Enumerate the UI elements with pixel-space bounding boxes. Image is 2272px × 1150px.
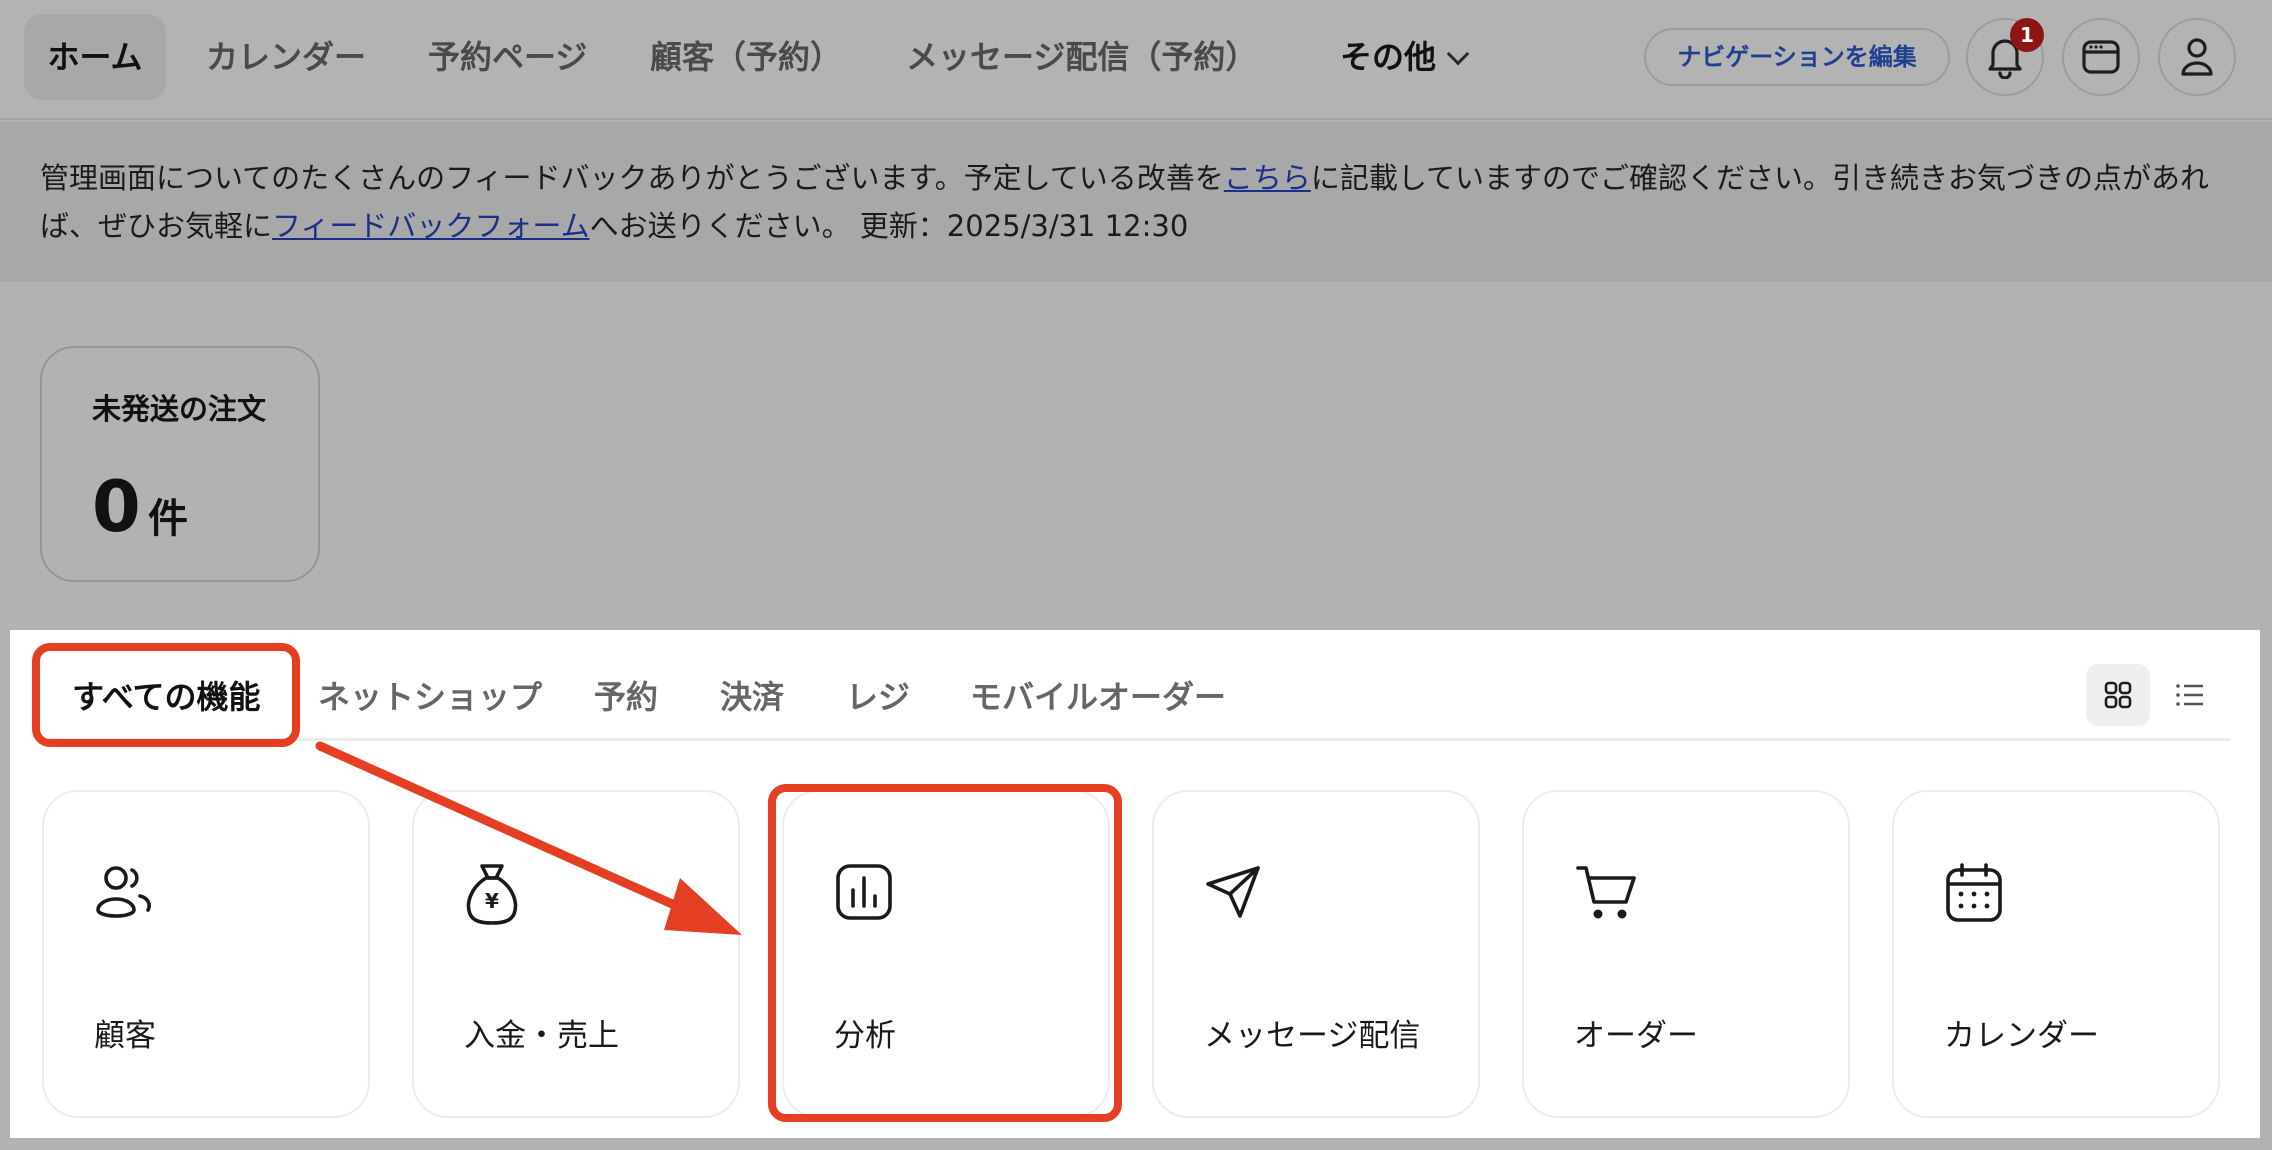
tab-register[interactable]: レジ [846, 672, 910, 718]
feature-card-customers[interactable]: 顧客 [42, 790, 370, 1118]
feature-card-orders[interactable]: オーダー [1522, 790, 1850, 1118]
feature-card-label: カレンダー [1944, 1018, 2099, 1054]
banner-text-1: 管理画面についてのたくさんのフィードバックありがとうございます。予定している改善… [40, 161, 1224, 195]
tab-payment[interactable]: 決済 [720, 672, 784, 718]
chevron-down-icon [1446, 42, 1470, 66]
bar-chart-icon [836, 864, 892, 920]
grid-icon [2104, 681, 2132, 709]
account-button[interactable] [2158, 18, 2236, 96]
storefront-button[interactable] [2062, 18, 2140, 96]
feedback-banner: 管理画面についてのたくさんのフィードバックありがとうございます。予定している改善… [0, 122, 2272, 282]
nav-item-home[interactable]: ホーム [24, 14, 166, 100]
users-icon [96, 866, 151, 918]
svg-text:¥: ¥ [485, 889, 499, 913]
feature-card-message-delivery[interactable]: メッセージ配信 [1152, 790, 1480, 1118]
tab-mobile-order[interactable]: モバイルオーダー [970, 672, 1226, 718]
feature-card-label: 分析 [834, 1018, 896, 1054]
nav-item-calendar[interactable]: カレンダー [206, 14, 366, 100]
feature-card-label: 入金・売上 [464, 1018, 619, 1054]
calendar-icon [1946, 863, 2002, 922]
cart-icon [1576, 866, 1636, 919]
improvement-plan-link[interactable]: こちら [1224, 161, 1311, 195]
tab-divider [40, 738, 2230, 741]
tab-reservation[interactable]: 予約 [594, 672, 658, 718]
browser-window-icon [2082, 40, 2120, 74]
nav-more-label: その他 [1340, 38, 1437, 76]
edit-navigation-button[interactable]: ナビゲーションを編集 [1644, 28, 1950, 86]
nav-item-reservation-page[interactable]: 予約ページ [428, 14, 587, 100]
feature-card-label: 顧客 [94, 1018, 156, 1054]
nav-more-dropdown[interactable]: その他 [1340, 14, 1470, 100]
notification-count-badge: 1 [2010, 18, 2044, 52]
unshipped-orders-unit: 件 [148, 496, 188, 542]
top-navigation: ホーム カレンダー 予約ページ 顧客（予約） メッセージ配信（予約） その他 ナ… [0, 0, 2272, 120]
features-panel: すべての機能 ネットショップ 予約 決済 レジ モバイルオーダー 顧客 ¥ 入金… [10, 630, 2260, 1138]
feedback-form-link[interactable]: フィードバックフォーム [272, 209, 590, 243]
unshipped-orders-card[interactable]: 未発送の注文 0 件 [40, 346, 320, 582]
banner-text-3: へお送りください。 更新：2025/3/31 12:30 [589, 209, 1189, 243]
unshipped-orders-title: 未発送の注文 [92, 392, 267, 426]
notifications-button[interactable]: 1 [1966, 18, 2044, 96]
feature-card-label: オーダー [1574, 1018, 1698, 1054]
tab-online-shop[interactable]: ネットショップ [318, 672, 542, 718]
app-screen: ホーム カレンダー 予約ページ 顧客（予約） メッセージ配信（予約） その他 ナ… [0, 0, 2272, 1150]
grid-view-button[interactable] [2086, 664, 2150, 726]
feature-card-deposits-sales[interactable]: ¥ 入金・売上 [412, 790, 740, 1118]
nav-item-customers-reservation[interactable]: 顧客（予約） [650, 14, 842, 100]
list-view-button[interactable] [2158, 664, 2222, 726]
feature-card-analytics[interactable]: 分析 [782, 790, 1110, 1118]
money-bag-yen-icon: ¥ [466, 864, 518, 925]
feature-card-label: メッセージ配信 [1204, 1018, 1421, 1054]
unshipped-orders-count: 0 [92, 466, 141, 548]
tab-all-features[interactable]: すべての機能 [72, 672, 260, 718]
user-icon [2181, 38, 2213, 76]
nav-item-message-delivery-reservation[interactable]: メッセージ配信（予約） [906, 14, 1257, 100]
feature-card-calendar[interactable]: カレンダー [1892, 790, 2220, 1118]
list-icon [2176, 684, 2203, 706]
paper-plane-icon [1206, 866, 1260, 918]
